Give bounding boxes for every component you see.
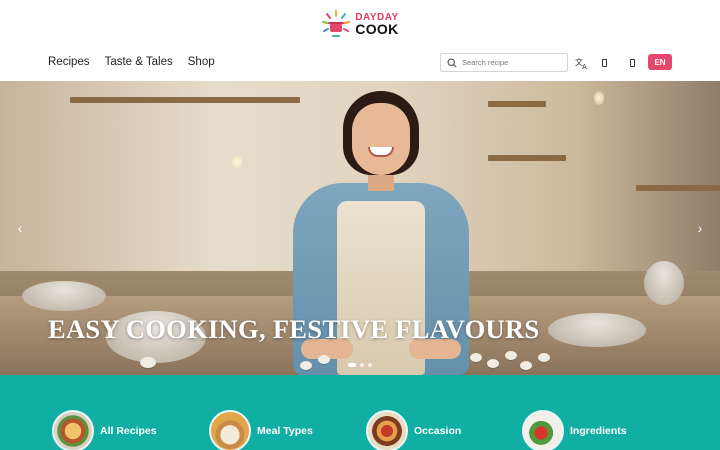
dumpling	[538, 353, 550, 362]
category-label: Occasion	[414, 425, 462, 437]
category-occasion[interactable]: Occasion	[366, 410, 461, 450]
brand-wordmark: DAYDAY COOK	[355, 12, 398, 36]
search-input[interactable]	[462, 58, 562, 67]
dumpling	[520, 361, 532, 370]
carousel-dot-1[interactable]	[348, 363, 356, 367]
notification-icon[interactable]	[600, 55, 608, 70]
nav-item-shop[interactable]: Shop	[188, 56, 215, 68]
shelf	[70, 97, 300, 103]
category-meal-types[interactable]: Meal Types	[209, 410, 313, 450]
carousel-prev-icon[interactable]: ‹	[14, 220, 26, 236]
category-label: All Recipes	[100, 425, 157, 437]
category-label: Meal Types	[257, 425, 313, 437]
pot-logo-icon	[321, 9, 351, 39]
dumpling	[300, 361, 312, 370]
dumpling	[470, 353, 482, 362]
jar-image	[644, 261, 684, 305]
main-nav: Recipes Taste & Tales Shop	[48, 56, 215, 68]
meal-types-thumbnail	[209, 410, 251, 450]
language-button[interactable]: EN	[648, 54, 672, 70]
carousel-dot-2[interactable]	[360, 363, 364, 367]
brand-line2: COOK	[355, 21, 399, 37]
brand-logo[interactable]: DAYDAY COOK	[321, 9, 398, 39]
carousel-dots	[348, 363, 372, 367]
bowl-image	[22, 281, 106, 311]
nav-item-recipes[interactable]: Recipes	[48, 56, 90, 68]
carousel-dot-3[interactable]	[368, 363, 372, 367]
hero-banner: EASY COOKING, FESTIVE FLAVOURS ‹ ›	[0, 81, 720, 375]
hero-title: EASY COOKING, FESTIVE FLAVOURS	[48, 314, 540, 344]
bowl-image	[548, 313, 646, 347]
search-icon	[447, 57, 457, 68]
lamp-light	[232, 155, 242, 169]
category-band: All Recipes Meal Types Occasion Ingredie…	[0, 375, 720, 450]
shelf	[488, 101, 546, 107]
dumpling	[487, 359, 499, 368]
shelf	[636, 185, 720, 191]
category-label: Ingredients	[570, 425, 627, 437]
translate-icon[interactable]: 文 A	[575, 55, 589, 70]
occasion-thumbnail	[366, 410, 408, 450]
lamp-light	[594, 91, 604, 105]
main-nav-bar: Recipes Taste & Tales Shop	[0, 48, 720, 80]
dumpling	[318, 355, 330, 364]
shelf	[488, 155, 566, 161]
category-all-recipes[interactable]: All Recipes	[52, 410, 157, 450]
header-logo-row: DAYDAY COOK	[0, 0, 720, 48]
ingredients-thumbnail	[522, 410, 564, 450]
carousel-next-icon[interactable]: ›	[694, 220, 706, 236]
search-box[interactable]	[440, 53, 568, 72]
category-ingredients[interactable]: Ingredients	[522, 410, 627, 450]
svg-text:A: A	[582, 63, 587, 69]
dumpling	[140, 357, 156, 368]
nav-item-taste-and-tales[interactable]: Taste & Tales	[105, 56, 173, 68]
user-icon[interactable]	[628, 55, 636, 70]
dumpling	[505, 351, 517, 360]
all-recipes-thumbnail	[52, 410, 94, 450]
